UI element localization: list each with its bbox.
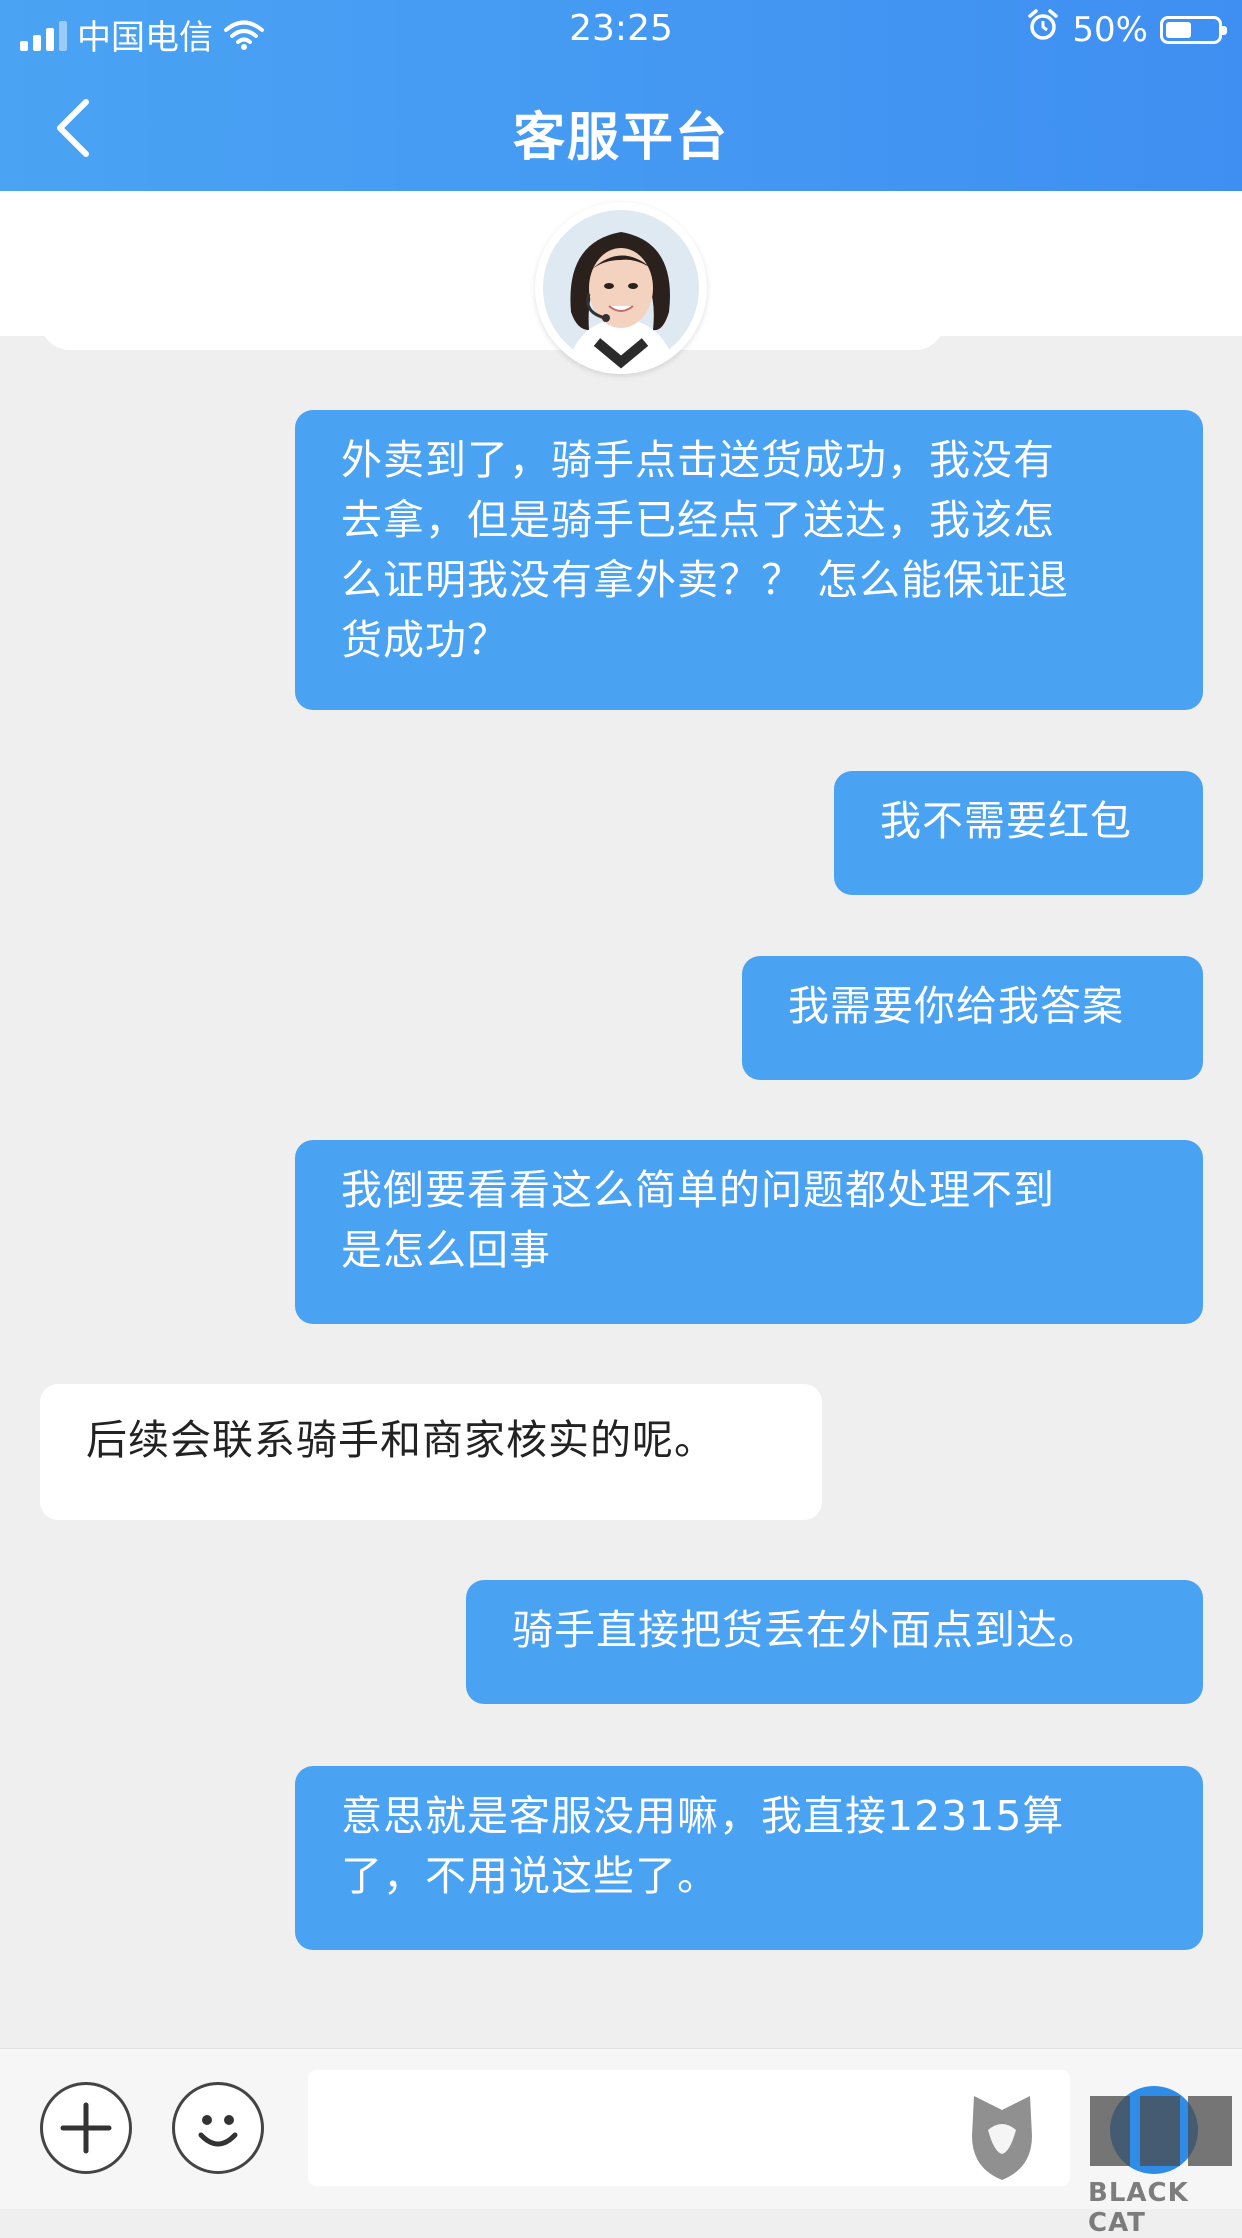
message-bubble-outgoing[interactable]: 我不需要红包 (834, 771, 1203, 895)
message-bubble-incoming[interactable]: 后续会联系骑手和商家核实的呢。 (40, 1384, 822, 1520)
message-bubble-outgoing[interactable]: 我需要你给我答案 (742, 956, 1203, 1080)
message-input[interactable] (308, 2070, 1070, 2186)
watermark: BLACK CAT (970, 2090, 1242, 2238)
agent-avatar[interactable] (535, 202, 707, 374)
battery-icon (1160, 15, 1227, 44)
watermark-text: BLACK CAT (1088, 2178, 1189, 2238)
battery-level (1166, 21, 1191, 38)
message-bubble-outgoing[interactable]: 骑手直接把货丢在外面点到达。 (466, 1580, 1203, 1704)
plus-icon (60, 2102, 112, 2154)
status-bar: 中国电信 23:25 50% (0, 0, 1242, 62)
add-attachment-button[interactable] (40, 2082, 132, 2174)
agent-card (40, 300, 945, 350)
message-bubble-outgoing[interactable]: 意思就是客服没用嘛，我直接12315算 了，不用说这些了。 (295, 1766, 1203, 1950)
battery-percent: 50% (1072, 9, 1148, 50)
message-bubble-outgoing[interactable]: 我倒要看看这么简单的问题都处理不到 是怎么回事 (295, 1140, 1203, 1324)
message-bubble-outgoing[interactable]: 外卖到了，骑手点击送货成功，我没有 去拿，但是骑手已经点了送达，我该怎 么证明我… (295, 410, 1203, 710)
emoji-button[interactable] (172, 2082, 264, 2174)
page-title: 客服平台 (512, 108, 729, 168)
smiley-icon (198, 2115, 238, 2147)
header: 中国电信 23:25 50% 客服平台 (0, 0, 1242, 191)
alarm-icon (1026, 8, 1060, 51)
black-cat-logo-icon (972, 2096, 1232, 2180)
